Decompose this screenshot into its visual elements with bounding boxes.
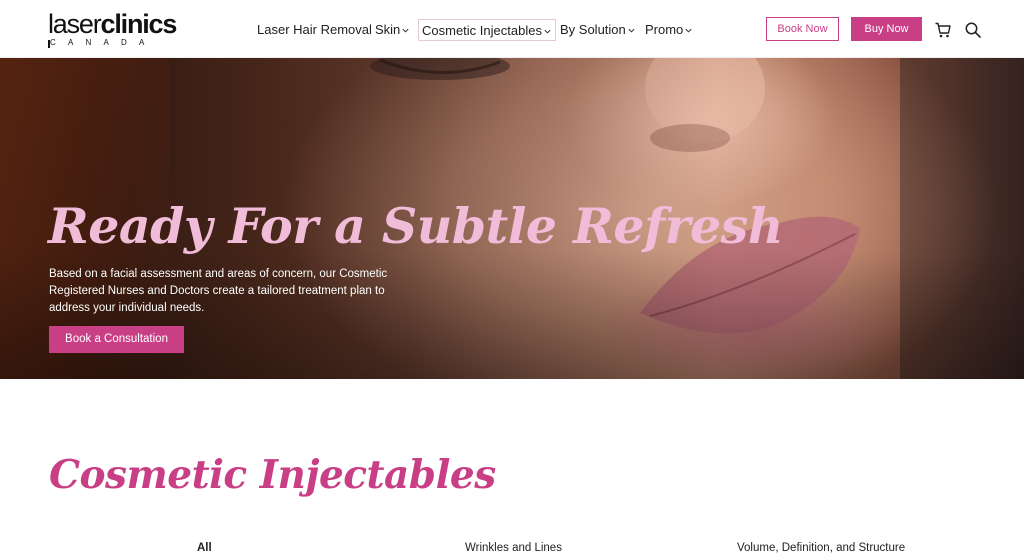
logo-part-clinics: clinics bbox=[100, 9, 178, 39]
filter-wrinkles-and-lines[interactable]: Wrinkles and Lines bbox=[465, 540, 562, 556]
nav-label: Skin bbox=[375, 22, 401, 37]
book-consultation-button[interactable]: Book a Consultation bbox=[49, 326, 184, 353]
chevron-down-icon bbox=[544, 29, 551, 34]
nav-label: By Solution bbox=[560, 22, 626, 37]
section-title: Cosmetic Injectables bbox=[49, 452, 496, 498]
filter-volume-definition-structure[interactable]: Volume, Definition, and Structure bbox=[737, 540, 905, 556]
nav-skin[interactable]: Skin bbox=[375, 18, 410, 42]
cart-icon[interactable] bbox=[934, 21, 952, 39]
filter-all[interactable]: All bbox=[197, 540, 212, 556]
nav-label: Cosmetic Injectables bbox=[422, 23, 542, 38]
logo-wordmark: laserclinics bbox=[48, 9, 178, 39]
logo-part-laser: laser bbox=[48, 9, 102, 39]
hero-banner: Ready For a Subtle Refresh Based on a fa… bbox=[0, 58, 1024, 379]
hero-description: Based on a facial assessment and areas o… bbox=[49, 268, 388, 314]
nav-label: Laser Hair Removal bbox=[257, 22, 372, 37]
book-now-button[interactable]: Book Now bbox=[766, 17, 839, 41]
site-header: laserclinics CANADA Laser Hair Removal S… bbox=[0, 0, 1024, 58]
chevron-down-icon bbox=[685, 28, 692, 33]
nav-label: Promo bbox=[645, 22, 684, 37]
hero-title: Ready For a Subtle Refresh bbox=[48, 197, 783, 255]
buy-now-button[interactable]: Buy Now bbox=[851, 17, 922, 41]
chevron-down-icon bbox=[402, 28, 409, 33]
nav-cosmetic-injectables[interactable]: Cosmetic Injectables bbox=[418, 19, 556, 41]
nav-laser-hair-removal[interactable]: Laser Hair Removal bbox=[257, 18, 372, 42]
nav-promo[interactable]: Promo bbox=[645, 18, 693, 42]
logo-subtitle: CANADA bbox=[50, 38, 157, 47]
chevron-down-icon bbox=[628, 28, 635, 33]
nav-by-solution[interactable]: By Solution bbox=[560, 18, 636, 42]
search-icon[interactable] bbox=[964, 21, 982, 39]
logo[interactable]: laserclinics CANADA bbox=[48, 10, 190, 48]
